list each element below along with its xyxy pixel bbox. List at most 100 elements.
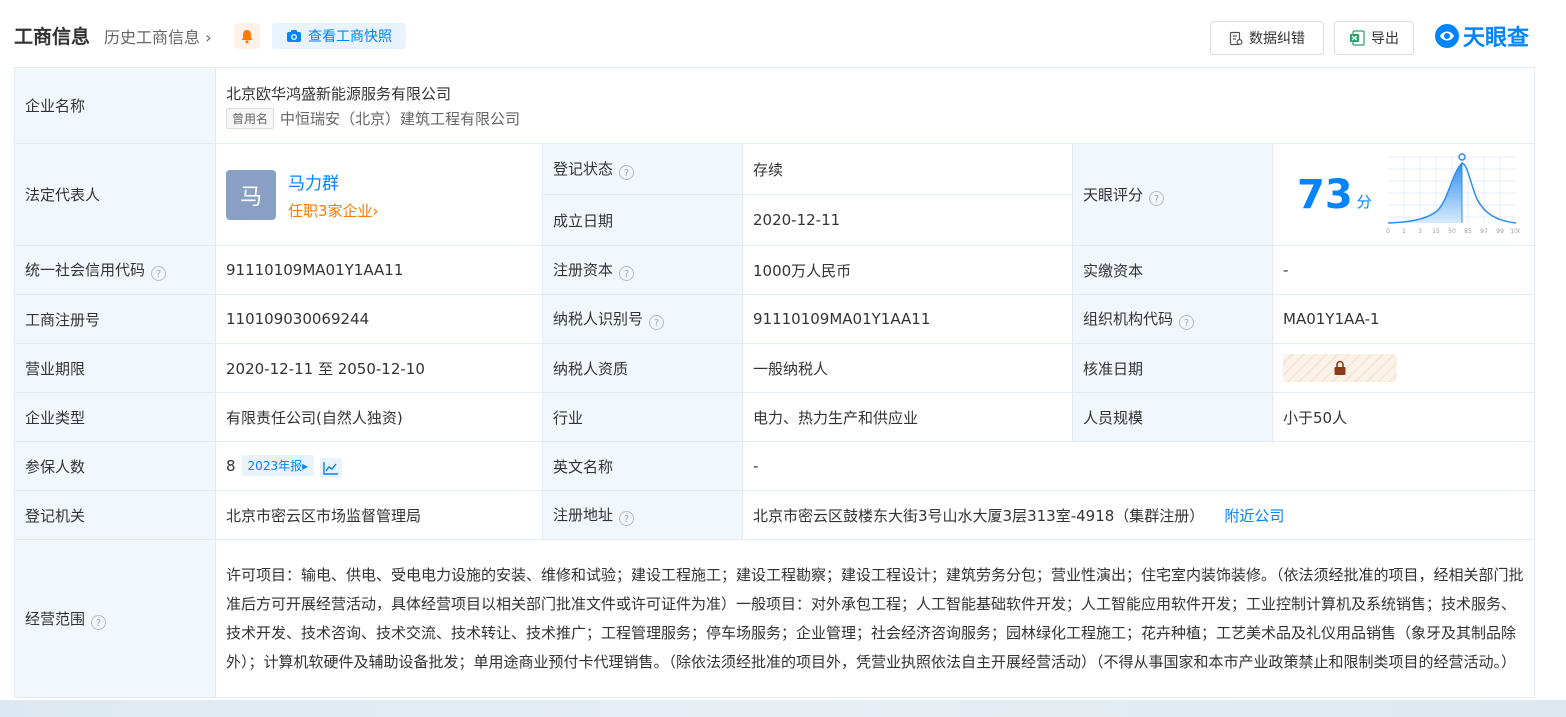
scope-label-cell: 经营范围? <box>14 539 216 698</box>
help-icon[interactable]: ? <box>151 266 167 281</box>
reg-no-label: 工商注册号 <box>14 294 216 344</box>
tax-id-value: 91110109MA01Y1AA11 <box>742 294 1073 344</box>
history-info-link[interactable]: 历史工商信息 › <box>104 24 212 48</box>
tianyancha-logo-icon <box>1435 24 1459 48</box>
used-name-tag: 曾用名 <box>226 107 275 129</box>
help-icon[interactable]: ? <box>619 266 635 281</box>
org-code-label-cell: 组织机构代码? <box>1072 294 1273 344</box>
authority-value: 北京市密云区市场监督管理局 <box>215 490 543 540</box>
help-icon[interactable]: ? <box>619 511 635 526</box>
scope-label: 经营范围 <box>25 609 86 628</box>
capital-label-cell: 注册资本? <box>542 245 743 295</box>
tax-qual-label: 纳税人资质 <box>542 343 743 393</box>
term-label: 营业期限 <box>14 343 216 393</box>
table-row: 参保人数 8 2023年报▸ 英文名称 - <box>14 441 1536 491</box>
nearby-companies-link[interactable]: 附近公司 <box>1224 507 1284 525</box>
status-value: 存续 <box>742 143 1073 195</box>
score-tick-label: 99 <box>1496 228 1504 235</box>
edit-doc-icon <box>1229 31 1243 45</box>
score-label-cell: 天眼评分? <box>1072 143 1273 246</box>
avatar[interactable]: 马 <box>226 169 276 220</box>
score-tick-label: 15 <box>1432 228 1440 235</box>
bell-button[interactable] <box>234 23 260 49</box>
org-code-value: MA01Y1AA-1 <box>1271 294 1536 344</box>
tax-id-label: 纳税人识别号 <box>553 310 644 328</box>
snapshot-button[interactable]: 查看工商快照 <box>272 23 406 49</box>
term-value: 2020-12-11 至 2050-12-10 <box>215 343 543 393</box>
help-icon[interactable]: ? <box>649 315 665 330</box>
capital-label: 注册资本 <box>553 261 614 279</box>
legal-rep-cell: 马 马力群 任职3家企业› <box>215 143 543 246</box>
excel-icon <box>1350 30 1365 46</box>
table-row: 营业期限 2020-12-11 至 2050-12-10 纳税人资质 一般纳税人… <box>14 343 1536 393</box>
export-button[interactable]: 导出 <box>1334 21 1414 55</box>
approve-date-cell <box>1271 343 1536 393</box>
authority-label: 登记机关 <box>14 490 216 540</box>
trend-chart-icon <box>323 461 339 475</box>
business-info-table: 企业名称 北京欧华鸿盛新能源服务有限公司 曾用名 中恒瑞安（北京）建筑工程有限公司… <box>14 67 1536 698</box>
address-label: 注册地址 <box>553 506 614 524</box>
english-name-label: 英文名称 <box>542 441 743 491</box>
table-row: 登记机关 北京市密云区市场监督管理局 注册地址? 北京市密云区鼓楼东大街3号山水… <box>14 490 1536 540</box>
camera-icon <box>287 30 301 42</box>
trend-button[interactable] <box>320 457 343 478</box>
credit-code-label: 统一社会信用代码 <box>25 261 146 279</box>
industry-label: 行业 <box>542 392 743 442</box>
chevron-right-icon: › <box>372 201 379 220</box>
history-info-label: 历史工商信息 <box>104 28 201 47</box>
help-icon[interactable]: ? <box>1149 190 1165 206</box>
table-row: 经营范围? 许可项目：输电、供电、受电电力设施的安装、维修和试验；建设工程施工；… <box>14 539 1536 698</box>
address-cell: 北京市密云区鼓楼东大街3号山水大厦3层313室-4918（集群注册） 附近公司 <box>741 490 1536 540</box>
company-name-cell: 北京欧华鸿盛新能源服务有限公司 曾用名 中恒瑞安（北京）建筑工程有限公司 <box>214 67 1536 144</box>
company-name: 北京欧华鸿盛新能源服务有限公司 <box>226 84 452 103</box>
approve-date-label: 核准日期 <box>1072 343 1273 393</box>
staff-value: 小于50人 <box>1271 392 1536 442</box>
address-label-cell: 注册地址? <box>542 490 743 540</box>
legal-rep-label: 法定代表人 <box>14 143 216 246</box>
bottom-strip <box>0 700 1566 717</box>
status-label-cell: 登记状态? <box>542 143 743 195</box>
data-correction-button[interactable]: 数据纠错 <box>1210 21 1324 55</box>
tax-qual-value: 一般纳税人 <box>742 343 1073 393</box>
table-row: 统一社会信用代码? 91110109MA01Y1AA11 注册资本? 1000万… <box>14 245 1536 295</box>
score-tick-label: 3 <box>1418 228 1422 235</box>
score-tick-label: 1 <box>1402 228 1406 235</box>
chevron-right-icon: › <box>200 28 212 47</box>
legal-rep-name-link[interactable]: 马力群 <box>288 169 379 194</box>
data-correction-label: 数据纠错 <box>1249 31 1305 47</box>
used-name-value: 中恒瑞安（北京）建筑工程有限公司 <box>280 109 521 128</box>
tax-id-label-cell: 纳税人识别号? <box>542 294 743 344</box>
legal-rep-jobs-link[interactable]: 任职3家企业› <box>288 200 379 221</box>
score-tick-label: 50 <box>1448 228 1456 235</box>
table-row: 工商注册号 110109030069244 纳税人识别号? 91110109MA… <box>14 294 1536 344</box>
status-label: 登记状态 <box>553 160 614 178</box>
score-tick-label: 100 <box>1510 228 1520 235</box>
section-title: 工商信息 <box>14 26 91 48</box>
table-row: 企业名称 北京欧华鸿盛新能源服务有限公司 曾用名 中恒瑞安（北京）建筑工程有限公司 <box>14 67 1536 144</box>
used-name-row: 曾用名 中恒瑞安（北京）建筑工程有限公司 <box>226 107 1524 129</box>
founded-label: 成立日期 <box>542 194 743 246</box>
paid-capital-label: 实缴资本 <box>1072 245 1273 295</box>
score-label: 天眼评分 <box>1083 185 1144 204</box>
legal-rep-jobs-label: 任职3家企业 <box>288 201 373 220</box>
locked-value[interactable] <box>1283 354 1397 382</box>
company-type-value: 有限责任公司(自然人独资) <box>215 392 543 442</box>
staff-label: 人员规模 <box>1072 392 1273 442</box>
company-type-label: 企业类型 <box>14 392 216 442</box>
address-value: 北京市密云区鼓楼东大街3号山水大厦3层313室-4918（集群注册） <box>753 506 1205 525</box>
reg-no-value: 110109030069244 <box>215 294 543 344</box>
tianyancha-logo: 天眼查 <box>1434 22 1529 51</box>
capital-value: 1000万人民币 <box>742 245 1073 295</box>
annual-report-button[interactable]: 2023年报▸ <box>241 454 315 476</box>
snapshot-label: 查看工商快照 <box>308 29 392 45</box>
annual-report-label: 2023年报 <box>247 458 303 473</box>
score-cell[interactable]: 73 分 0 1 3 15 50 85 97 99 100 <box>1271 143 1536 246</box>
insured-value: 8 <box>226 456 236 475</box>
score-unit: 分 <box>1356 193 1372 211</box>
score-value: 73 <box>1297 171 1353 218</box>
help-icon[interactable]: ? <box>91 614 107 630</box>
org-code-label: 组织机构代码 <box>1083 310 1174 328</box>
founded-value: 2020-12-11 <box>742 194 1073 246</box>
help-icon[interactable]: ? <box>1179 315 1195 330</box>
help-icon[interactable]: ? <box>619 165 635 180</box>
